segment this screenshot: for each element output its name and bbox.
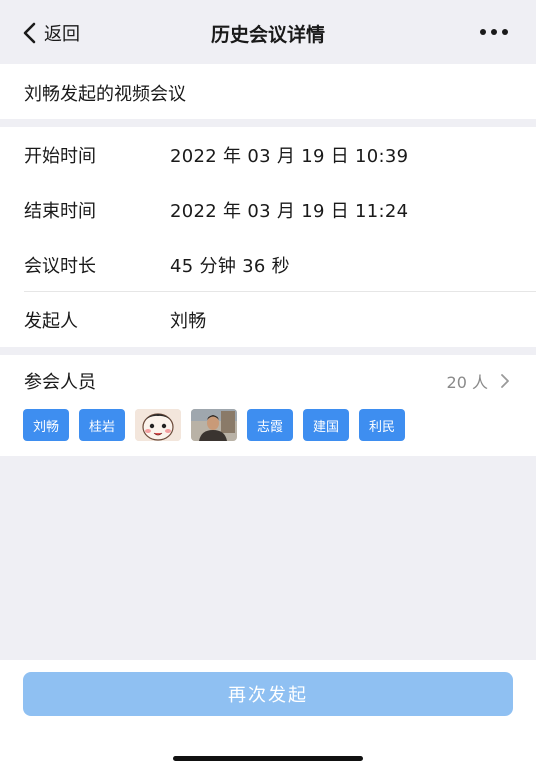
end-time-value: 2022 年 03 月 19 日 11:24	[170, 200, 409, 222]
more-dot-icon	[502, 29, 508, 35]
participant-avatar[interactable]	[191, 409, 237, 441]
participant-avatar-list: 刘畅 桂岩 志霞 建国 利民	[23, 409, 405, 441]
info-row-initiator: 发起人 刘畅	[24, 292, 536, 347]
participants-title: 参会人员	[24, 372, 96, 393]
meeting-subject-section: 刘畅发起的视频会议	[0, 64, 536, 119]
meeting-subject: 刘畅发起的视频会议	[24, 84, 186, 105]
participant-avatar[interactable]: 桂岩	[79, 409, 125, 441]
person-photo-icon	[191, 409, 237, 441]
cartoon-face-icon	[135, 409, 181, 441]
participant-avatar[interactable]: 利民	[359, 409, 405, 441]
navigation-bar: 返回 历史会议详情	[0, 0, 536, 64]
meeting-info-section: 开始时间 2022 年 03 月 19 日 10:39 结束时间 2022 年 …	[0, 127, 536, 347]
info-row-end-time: 结束时间 2022 年 03 月 19 日 11:24	[24, 182, 536, 237]
initiator-value: 刘畅	[170, 310, 207, 332]
duration-value: 45 分钟 36 秒	[170, 255, 290, 277]
participant-avatar[interactable]: 建国	[303, 409, 349, 441]
participants-count: 20 人	[446, 373, 488, 392]
more-dot-icon	[480, 29, 486, 35]
info-row-duration: 会议时长 45 分钟 36 秒	[24, 237, 536, 292]
info-label: 开始时间	[24, 145, 96, 167]
page-title: 历史会议详情	[210, 24, 325, 46]
participants-header[interactable]: 参会人员 20 人	[24, 368, 510, 394]
info-row-start-time: 开始时间 2022 年 03 月 19 日 10:39	[24, 127, 536, 182]
info-label: 会议时长	[24, 255, 96, 277]
participant-avatar[interactable]: 刘畅	[23, 409, 69, 441]
info-label: 结束时间	[24, 200, 96, 222]
more-dot-icon	[491, 29, 497, 35]
participant-avatar[interactable]	[135, 409, 181, 441]
bottom-action-bar: 再次发起	[0, 660, 536, 770]
more-options-button[interactable]	[480, 29, 508, 35]
info-label: 发起人	[24, 310, 78, 332]
restart-meeting-button[interactable]: 再次发起	[23, 672, 513, 716]
home-indicator	[173, 756, 363, 761]
participants-count-link[interactable]: 20 人	[447, 369, 510, 393]
participant-avatar[interactable]: 志霞	[247, 409, 293, 441]
start-time-value: 2022 年 03 月 19 日 10:39	[170, 145, 409, 167]
chevron-right-icon	[501, 374, 509, 388]
